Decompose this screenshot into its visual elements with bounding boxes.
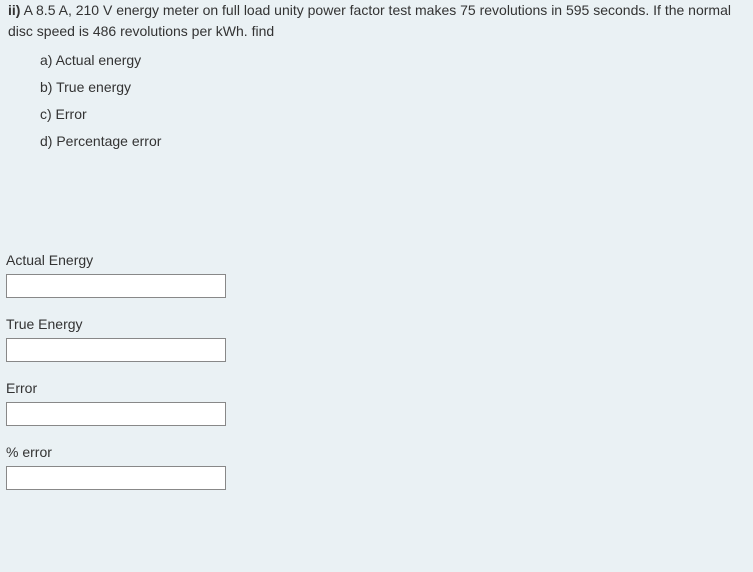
actual-energy-group: Actual Energy [6,252,753,298]
true-energy-group: True Energy [6,316,753,362]
question-prefix: ii) [8,2,20,18]
error-input[interactable] [6,402,226,426]
percent-error-group: % error [6,444,753,490]
actual-energy-label: Actual Energy [6,252,753,268]
error-label: Error [6,380,753,396]
true-energy-label: True Energy [6,316,753,332]
percent-error-label: % error [6,444,753,460]
question-body: A 8.5 A, 210 V energy meter on full load… [8,2,731,39]
question-block: ii) A 8.5 A, 210 V energy meter on full … [0,0,753,152]
error-group: Error [6,380,753,426]
item-c: c) Error [40,104,745,125]
actual-energy-input[interactable] [6,274,226,298]
answer-section: Actual Energy True Energy Error % error [0,252,753,490]
question-subitems: a) Actual energy b) True energy c) Error… [8,42,745,152]
percent-error-input[interactable] [6,466,226,490]
item-d: d) Percentage error [40,131,745,152]
true-energy-input[interactable] [6,338,226,362]
item-a: a) Actual energy [40,50,745,71]
item-b: b) True energy [40,77,745,98]
